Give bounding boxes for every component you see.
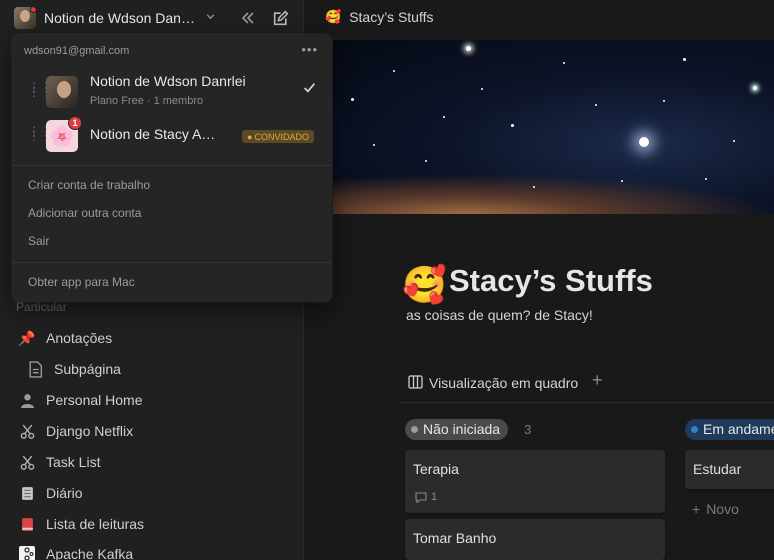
- account-item-stacy[interactable]: ⋮⋮ ⋮⋮ 🌸 1 Notion de Stacy A… ● CONVIDADO: [12, 114, 332, 158]
- sidebar-item-label: Lista de leituras: [46, 516, 145, 532]
- sidebar-item-anotacoes[interactable]: 📌 Anotações: [0, 324, 304, 352]
- workspace-dropdown: wdson91@gmail.com ••• ⋮⋮ ⋮⋮ Notion de Wds…: [12, 34, 332, 302]
- status-pill: Não iniciada: [405, 418, 509, 440]
- sidebar-item-diario[interactable]: Diário: [0, 479, 304, 507]
- chevron-down-icon: [205, 11, 216, 25]
- section-label-private: Particular: [16, 300, 67, 314]
- sidebar-item-label: Anotações: [46, 330, 113, 346]
- sidebar-item-label: Diário: [46, 485, 83, 501]
- board-column-header[interactable]: Não iniciada 3: [405, 418, 531, 440]
- workspace-name: Notion de Wdson Dan…: [44, 10, 195, 26]
- coin-icon: ●: [247, 131, 253, 142]
- comment-count: 1: [415, 491, 437, 503]
- more-options-icon[interactable]: •••: [301, 42, 318, 57]
- person-icon: [16, 389, 38, 411]
- topbar: 🥰 Stacy’s Stuffs: [305, 0, 774, 34]
- sidebar-item-subpagina[interactable]: Subpágina: [0, 355, 304, 383]
- scissors-icon: [16, 420, 38, 442]
- sidebar-item-task-list[interactable]: Task List: [0, 448, 304, 476]
- create-work-account-link[interactable]: Criar conta de trabalho: [28, 178, 150, 192]
- status-pill: Em andamento: [685, 418, 774, 440]
- sidebar-item-lista-de-leituras[interactable]: Lista de leituras: [0, 510, 304, 538]
- sidebar-item-label: Personal Home: [46, 392, 143, 408]
- calendar-icon: [16, 482, 38, 504]
- guest-badge: ● CONVIDADO: [242, 130, 314, 143]
- plus-icon: +: [692, 501, 701, 517]
- add-view-icon[interactable]: +: [592, 370, 603, 391]
- sidebar-item-label: Subpágina: [54, 361, 121, 377]
- card-title: Tomar Banho: [413, 530, 497, 546]
- sidebar-item-label: Task List: [46, 454, 101, 470]
- collapse-sidebar-icon[interactable]: [236, 6, 260, 30]
- check-icon: [303, 81, 316, 97]
- account-title: Notion de Wdson Danrlei: [90, 73, 246, 89]
- sign-out-link[interactable]: Sair: [28, 234, 49, 248]
- drag-handle-icon[interactable]: ⋮⋮ ⋮⋮: [28, 81, 52, 99]
- card-title: Estudar: [693, 461, 742, 477]
- sidebar-item-label: Apache Kafka: [46, 546, 134, 560]
- view-tab-label: Visualização em quadro: [429, 375, 579, 391]
- sidebar-item-label: Django Netflix: [46, 423, 134, 439]
- add-account-link[interactable]: Adicionar outra conta: [28, 206, 141, 220]
- account-subtitle: Plano Free · 1 membro: [90, 95, 204, 107]
- page-title[interactable]: Stacy’s Stuffs: [449, 263, 653, 299]
- kafka-logo-icon: [16, 543, 38, 560]
- column-count: 3: [524, 421, 532, 437]
- board-card[interactable]: Tomar Banho: [405, 519, 665, 560]
- workspace-avatar: [46, 76, 78, 108]
- board-card[interactable]: Estudar: [685, 450, 774, 489]
- drag-handle-icon[interactable]: ⋮⋮ ⋮⋮: [28, 125, 52, 143]
- breadcrumb-title[interactable]: Stacy’s Stuffs: [349, 9, 433, 25]
- card-title: Terapia: [413, 461, 459, 477]
- new-page-icon[interactable]: [268, 6, 292, 30]
- board-view-icon: [408, 374, 423, 392]
- workspace-avatar: [14, 7, 36, 29]
- sidebar-item-django-netflix[interactable]: Django Netflix: [0, 417, 304, 445]
- account-title: Notion de Stacy A…: [90, 126, 216, 142]
- comment-icon: [415, 491, 427, 503]
- comment-count-value: 1: [431, 491, 438, 503]
- account-email: wdson91@gmail.com: [24, 45, 130, 57]
- guest-badge-label: CONVIDADO: [254, 131, 309, 142]
- pushpin-icon: 📌: [18, 329, 36, 346]
- status-dot: [411, 425, 418, 433]
- sidebar-item-personal-home[interactable]: Personal Home: [0, 386, 304, 414]
- workspace-switcher[interactable]: Notion de Wdson Dan…: [14, 7, 216, 29]
- tab-board-view[interactable]: Visualização em quadro: [408, 373, 578, 393]
- notification-dot: [30, 7, 36, 13]
- sidebar-item-apache-kafka[interactable]: Apache Kafka: [0, 540, 304, 560]
- notification-badge: 1: [68, 116, 82, 130]
- account-item-wdson[interactable]: ⋮⋮ ⋮⋮ Notion de Wdson Danrlei Plano Free …: [12, 70, 332, 114]
- status-label: Em andamento: [703, 421, 774, 437]
- cover-image[interactable]: [333, 40, 774, 214]
- page-description[interactable]: as coisas de quem? de Stacy!: [406, 307, 593, 323]
- page-emoji-icon: 🥰: [325, 9, 342, 24]
- divider: [400, 402, 774, 403]
- divider: [12, 165, 332, 166]
- page-icon-emoji[interactable]: 🥰: [402, 264, 447, 306]
- workspace-avatar: 🌸 1: [46, 116, 82, 152]
- new-card-label: Novo: [706, 501, 739, 517]
- board-column-header[interactable]: Em andamento: [685, 418, 774, 440]
- get-mac-app-link[interactable]: Obter app para Mac: [28, 275, 135, 289]
- book-icon: [16, 513, 38, 535]
- divider: [12, 262, 332, 263]
- new-card-button[interactable]: + Novo: [692, 501, 739, 517]
- status-dot: [691, 425, 698, 433]
- scissors-icon: [16, 451, 38, 473]
- board-card[interactable]: Terapia 1: [405, 450, 665, 513]
- status-label: Não iniciada: [423, 421, 501, 437]
- page-icon: [24, 358, 46, 380]
